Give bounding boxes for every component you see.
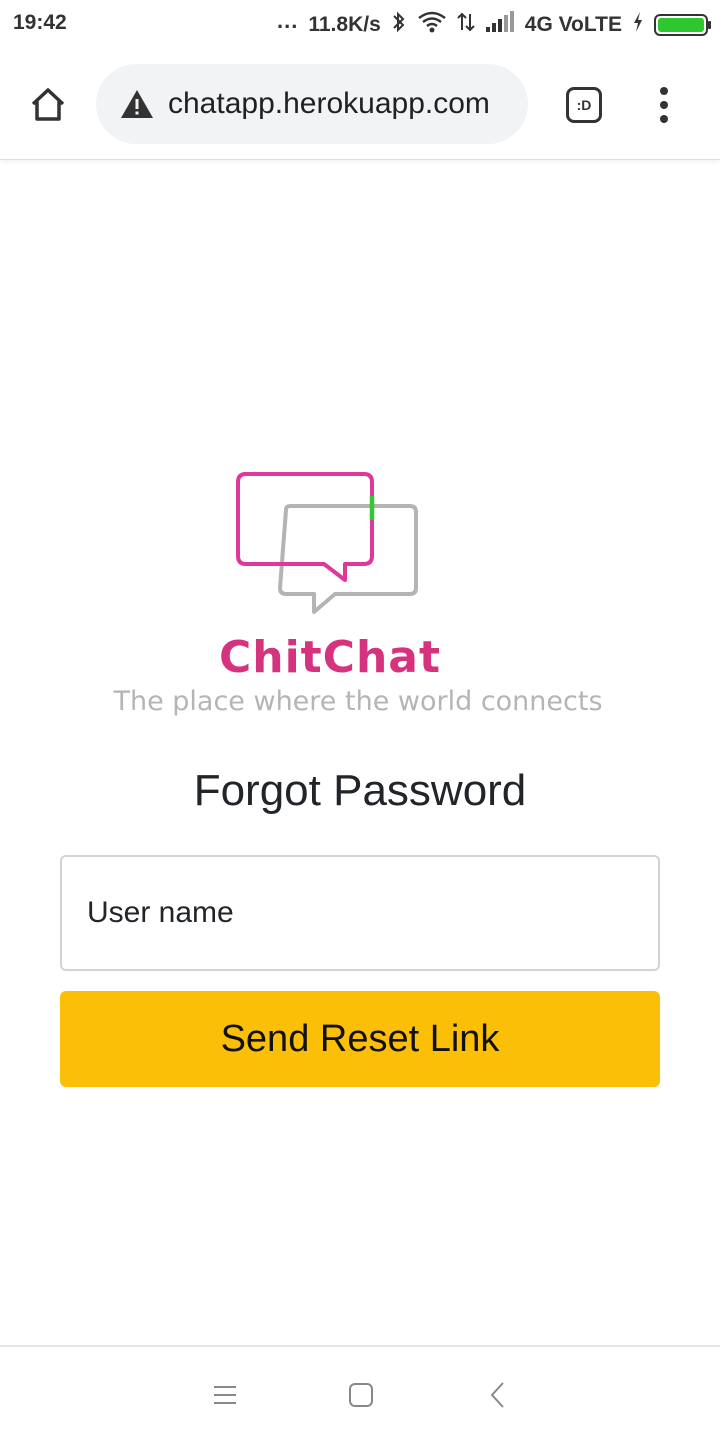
notification-dots: ...	[277, 8, 299, 33]
wifi-icon	[417, 10, 447, 40]
home-icon	[31, 88, 65, 121]
charging-icon	[632, 11, 644, 39]
bluetooth-icon	[391, 10, 407, 40]
username-field-wrapper	[60, 855, 660, 971]
status-icons: ... 11.8K/s 4G VoLTE	[277, 8, 711, 40]
brand-tagline: The place where the world connects	[113, 686, 603, 717]
username-input[interactable]	[62, 857, 658, 969]
brand-name: ChitChat	[218, 632, 442, 683]
page-title: Forgot Password	[193, 766, 527, 815]
data-arrows-icon	[457, 10, 475, 40]
signal-icon	[485, 11, 515, 39]
chitchat-logo-icon	[236, 472, 418, 614]
status-bar: 19:42 ... 11.8K/s 4G VoLTE	[0, 0, 720, 50]
home-square-icon[interactable]	[341, 1377, 381, 1413]
menu-icon[interactable]	[648, 84, 680, 126]
recents-icon[interactable]	[205, 1377, 245, 1413]
warning-icon	[120, 89, 154, 119]
network-speed: 11.8K/s	[308, 13, 381, 36]
address-bar[interactable]: chatapp.herokuapp.com	[96, 64, 528, 144]
home-button[interactable]	[24, 81, 72, 129]
system-nav-bar	[0, 1345, 720, 1440]
back-icon[interactable]	[478, 1377, 518, 1413]
network-type: 4G VoLTE	[524, 13, 622, 36]
status-time: 19:42	[13, 11, 67, 34]
url-text: chatapp.herokuapp.com	[168, 87, 490, 120]
tab-switcher-button[interactable]: :D	[566, 87, 602, 123]
battery-icon	[654, 14, 711, 36]
browser-toolbar: chatapp.herokuapp.com :D	[0, 50, 720, 160]
send-reset-link-button[interactable]: Send Reset Link	[60, 991, 660, 1087]
